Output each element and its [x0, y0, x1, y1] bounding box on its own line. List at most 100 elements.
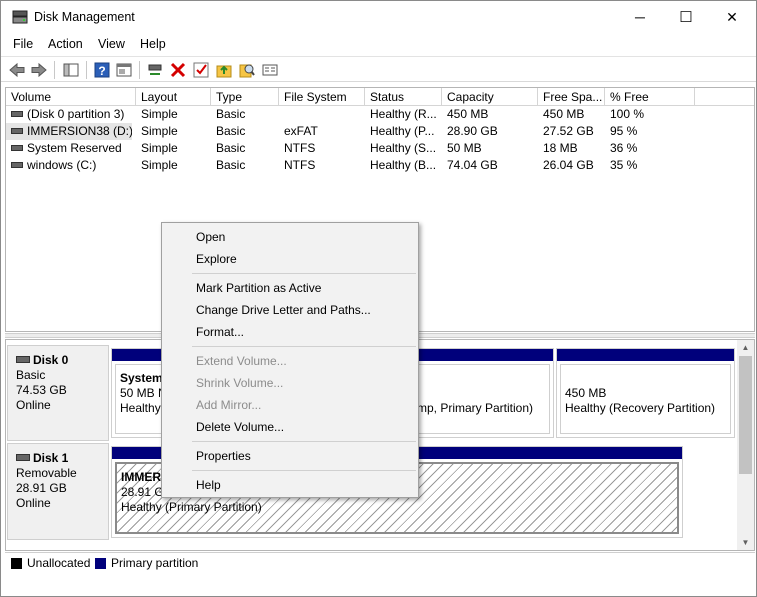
status-cell: Healthy (R... — [370, 107, 437, 121]
close-icon: ✕ — [726, 8, 738, 25]
file-system-cell: NTFS — [284, 158, 316, 172]
disk-type: Removable — [16, 466, 77, 480]
partition-size: 50 MB N — [120, 386, 165, 400]
type-cell: Basic — [216, 107, 246, 121]
check-icon[interactable] — [192, 61, 210, 79]
column-header-free-space[interactable]: Free Spa... — [538, 88, 605, 106]
disk-size: 74.53 GB — [16, 383, 67, 397]
toolbar: ? — [1, 56, 756, 82]
menu-item-shrink-volume[interactable]: Shrink Volume... — [196, 376, 283, 390]
help-icon[interactable]: ? — [93, 61, 111, 79]
menu-action[interactable]: Action — [48, 37, 83, 51]
table-row[interactable]: IMMERSION38 (D:) Simple Basic exFAT Heal… — [6, 123, 754, 140]
column-header-file-system[interactable]: File System — [279, 88, 365, 106]
toolbar-separator — [54, 61, 55, 79]
column-header-percent-free[interactable]: % Free — [605, 88, 695, 106]
folder-up-icon[interactable] — [215, 61, 233, 79]
disk-management-app-icon — [12, 10, 28, 24]
percent-free-cell: 35 % — [610, 158, 638, 172]
volume-name-cell: IMMERSION38 (D:) — [6, 123, 132, 140]
column-header-layout[interactable]: Layout — [136, 88, 211, 106]
partition-label — [565, 371, 726, 386]
table-row[interactable]: System Reserved Simple Basic NTFS Health… — [6, 140, 754, 157]
partition-body: System 50 MB N Healthy — [115, 364, 165, 434]
context-menu: Open Explore Mark Partition as Active Ch… — [161, 222, 419, 498]
free-space-cell: 18 MB — [543, 141, 578, 155]
delete-icon[interactable] — [169, 61, 187, 79]
status-cell: Healthy (B... — [370, 158, 437, 172]
menu-separator — [192, 273, 416, 274]
column-header-status[interactable]: Status — [365, 88, 442, 106]
drive-icon — [11, 110, 23, 117]
menu-file[interactable]: File — [13, 37, 33, 51]
list-icon[interactable] — [261, 61, 279, 79]
partition-body: 450 MB Healthy (Recovery Partition) — [560, 364, 731, 434]
column-header-type[interactable]: Type — [211, 88, 279, 106]
volume-name: windows (C:) — [27, 158, 97, 172]
close-button[interactable]: ✕ — [709, 1, 755, 33]
column-header-volume[interactable]: Volume — [6, 88, 136, 106]
menu-item-add-mirror[interactable]: Add Mirror... — [196, 398, 261, 412]
menu-item-delete-volume[interactable]: Delete Volume... — [196, 420, 284, 434]
legend-label-unallocated: Unallocated — [27, 556, 91, 570]
maximize-button[interactable]: ☐ — [663, 1, 709, 33]
forward-arrow-icon[interactable] — [30, 61, 48, 79]
partition-size — [417, 386, 545, 401]
free-space-cell: 450 MB — [543, 107, 585, 121]
percent-free-cell: 36 % — [610, 141, 638, 155]
free-space-cell: 26.04 GB — [543, 158, 594, 172]
volume-name-cell: System Reserved — [6, 140, 136, 157]
scroll-up-icon[interactable]: ▲ — [737, 341, 754, 355]
percent-free-cell: 100 % — [610, 107, 645, 121]
file-system-cell: exFAT — [284, 124, 318, 138]
drive-icon — [11, 127, 23, 134]
connect-icon[interactable] — [146, 61, 164, 79]
primary-partition-swatch — [95, 558, 106, 569]
title-bar[interactable]: Disk Management ─ ☐ ✕ — [1, 1, 756, 33]
volume-name-cell: windows (C:) — [6, 157, 136, 174]
table-row[interactable]: (Disk 0 partition 3) Simple Basic Health… — [6, 106, 754, 123]
disk-0-label[interactable]: Disk 0 Basic 74.53 GB Online — [7, 345, 109, 441]
primary-partition-bar — [557, 349, 734, 361]
menu-item-extend-volume[interactable]: Extend Volume... — [196, 354, 287, 368]
search-icon[interactable] — [238, 61, 256, 79]
disk-1-label[interactable]: Disk 1 Removable 28.91 GB Online — [7, 443, 109, 540]
menu-item-properties[interactable]: Properties — [196, 449, 251, 463]
capacity-cell: 450 MB — [447, 107, 489, 121]
column-header-capacity[interactable]: Capacity — [442, 88, 538, 106]
menu-separator — [192, 441, 416, 442]
scroll-down-icon[interactable]: ▼ — [737, 536, 754, 550]
menu-item-mark-active[interactable]: Mark Partition as Active — [196, 281, 321, 295]
console-tree-icon[interactable] — [62, 61, 80, 79]
menu-item-help[interactable]: Help — [196, 478, 221, 492]
menu-item-explore[interactable]: Explore — [196, 252, 237, 266]
layout-cell: Simple — [141, 124, 178, 138]
menu-item-format[interactable]: Format... — [196, 325, 244, 339]
disk-status: Online — [16, 496, 51, 510]
menu-item-open[interactable]: Open — [196, 230, 225, 244]
partition-windows-c[interactable]: mp, Primary Partition) — [416, 348, 554, 438]
toolbar-separator — [86, 61, 87, 79]
menu-help[interactable]: Help — [140, 37, 166, 51]
volume-name: (Disk 0 partition 3) — [27, 107, 125, 121]
disk-size: 28.91 GB — [16, 481, 67, 495]
minimize-button[interactable]: ─ — [617, 1, 663, 33]
partition-recovery[interactable]: 450 MB Healthy (Recovery Partition) — [556, 348, 735, 438]
toolbar-separator — [139, 61, 140, 79]
scrollbar-thumb[interactable] — [739, 356, 752, 474]
table-row[interactable]: windows (C:) Simple Basic NTFS Healthy (… — [6, 157, 754, 174]
partition-label — [417, 371, 545, 386]
status-cell: Healthy (P... — [370, 124, 435, 138]
back-arrow-icon[interactable] — [8, 61, 26, 79]
menu-bar: File Action View Help — [1, 34, 756, 54]
partition-label: System — [120, 371, 163, 385]
svg-text:?: ? — [98, 64, 105, 78]
vertical-scrollbar[interactable]: ▲ ▼ — [737, 340, 754, 550]
menu-view[interactable]: View — [98, 37, 125, 51]
menu-item-change-drive-letter[interactable]: Change Drive Letter and Paths... — [196, 303, 371, 317]
properties-panel-icon[interactable] — [115, 61, 133, 79]
capacity-cell: 28.90 GB — [447, 124, 498, 138]
layout-cell: Simple — [141, 107, 178, 121]
disk-icon — [16, 454, 30, 462]
capacity-cell: 74.04 GB — [447, 158, 498, 172]
